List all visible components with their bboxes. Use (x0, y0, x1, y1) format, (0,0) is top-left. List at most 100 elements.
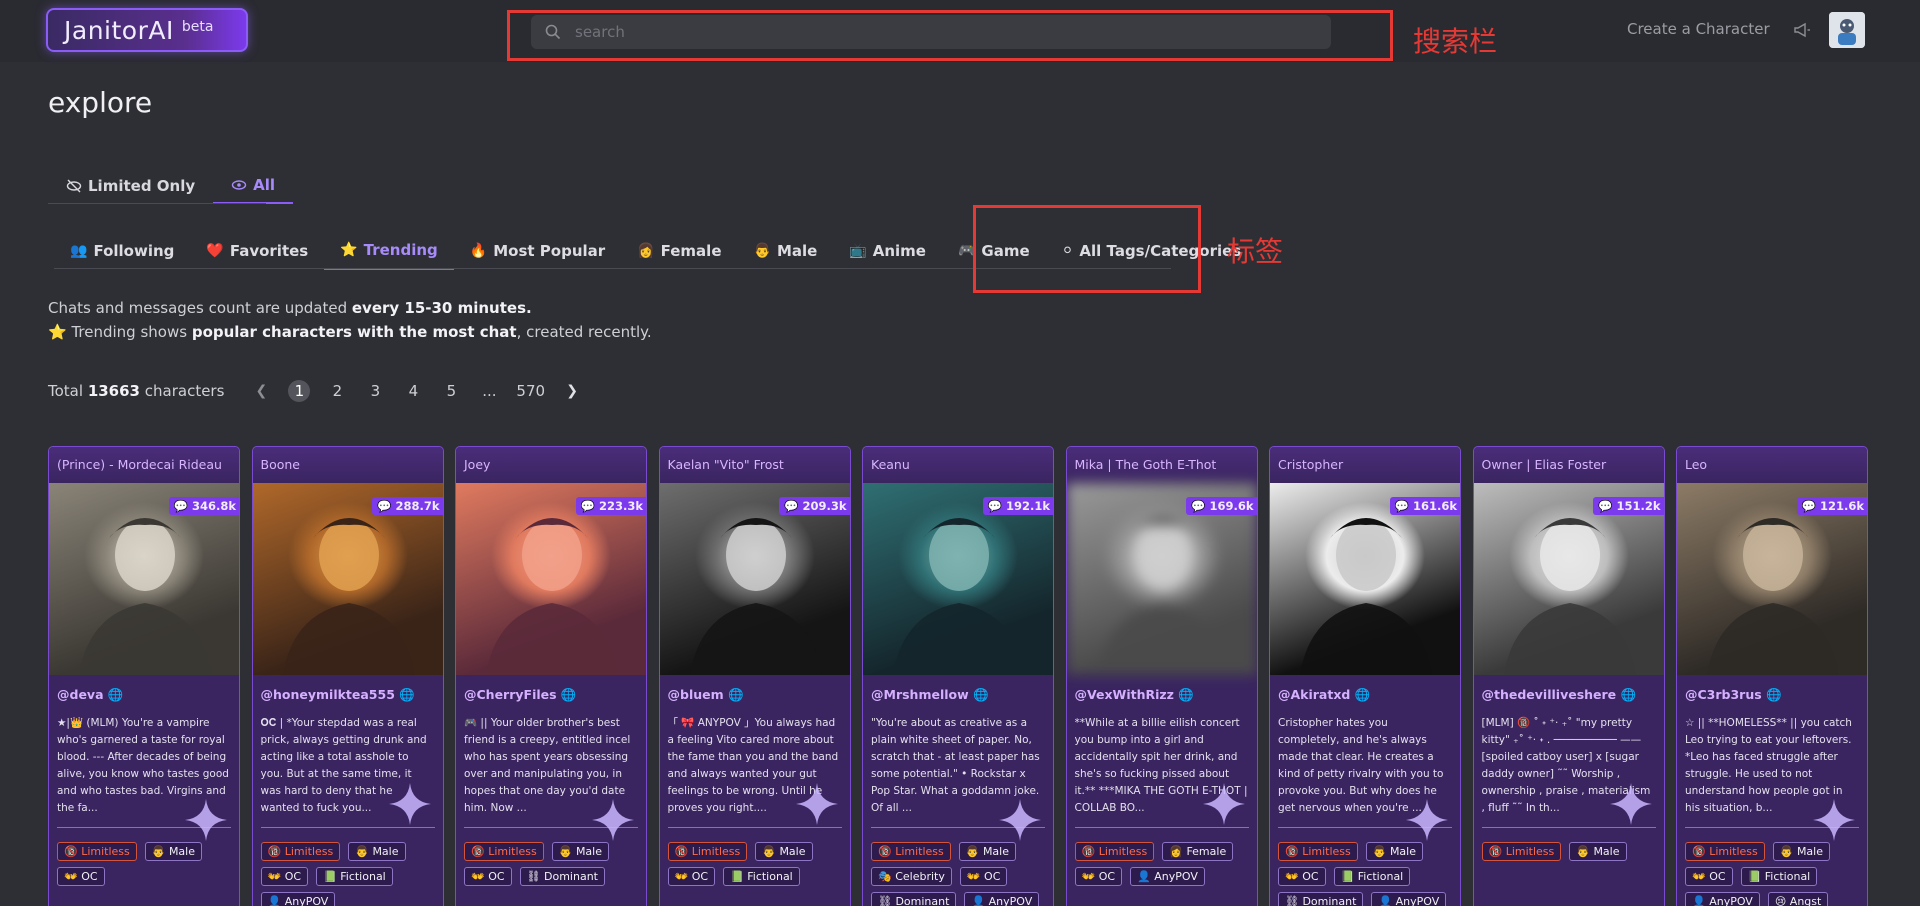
tag-chip[interactable]: 📗 Fictional (723, 867, 800, 886)
tag-chip[interactable]: ⛓ Dominant (871, 892, 957, 906)
tag-chip[interactable]: ⛓ Dominant (1278, 892, 1364, 906)
character-card[interactable]: Keanu 💬 192.1k @Mrshmellow 🌐 "You're about… (862, 446, 1054, 906)
character-card[interactable]: Leo 💬 121.6k @C3rb3rus 🌐 ☆ || **HOMELESS**… (1676, 446, 1868, 906)
tag-chip[interactable]: 👐 OC (57, 867, 105, 886)
tag-chip[interactable]: 👨 Male (1569, 842, 1627, 861)
character-card[interactable]: Boone 💬 288.7k @honeymilktea555 🌐 𝐎𝐂 | *Yo… (251, 446, 444, 906)
character-image[interactable]: 💬 288.7k (252, 483, 443, 675)
tag-chip[interactable]: 🔞 Limitless (1481, 842, 1562, 861)
tab-trending[interactable]: ⭐ Trending (324, 232, 454, 270)
card-body: @VexWithRizz 🌐 **While at a billie eilish… (1067, 675, 1257, 886)
creator-link[interactable]: @CherryFiles 🌐 (464, 687, 638, 703)
info-text-part: , created recently. (516, 323, 652, 341)
tag-chip[interactable]: 📗 Fictional (316, 867, 393, 886)
tag-chip[interactable]: 👤 AnyPOV (1371, 892, 1447, 906)
tag-chip[interactable]: 👨 Male (958, 842, 1016, 861)
tag-chip[interactable]: 👤 AnyPOV (260, 892, 336, 906)
tag-chip[interactable]: 👐 OC (1074, 867, 1123, 886)
tag-chip[interactable]: 👨 Male (348, 842, 406, 861)
tag-chip[interactable]: 👨 Male (144, 842, 202, 861)
character-card[interactable]: Joey 💬 223.3k @CherryFiles 🌐 🎮 || Your old… (455, 446, 647, 906)
tag-chip[interactable]: 📗 Fictional (1740, 867, 1818, 886)
card-divider (260, 827, 435, 828)
toggle-limited-only[interactable]: Limited Only (48, 168, 213, 204)
page-570[interactable]: 570 (516, 380, 545, 402)
chat-count-badge: 💬 161.6k (1389, 497, 1460, 515)
page-4[interactable]: 4 (402, 380, 424, 402)
creator-link[interactable]: @bluem 🌐 (668, 687, 842, 703)
creator-link[interactable]: @honeymilktea555 🌐 (261, 687, 435, 703)
tag-chip[interactable]: 👐 OC (1685, 867, 1733, 886)
tab-following[interactable]: 👥 Following (54, 232, 190, 270)
tag-chip[interactable]: 👨 Male (551, 842, 609, 861)
tag-chip[interactable]: 🔞 Limitless (260, 842, 341, 861)
character-name: Joey (456, 447, 646, 483)
tag-chip[interactable]: 👐 OC (1278, 867, 1326, 886)
tag-chip[interactable]: 📗 Fictional (1333, 867, 1411, 886)
creator-link[interactable]: @C3rb3rus 🌐 (1685, 687, 1859, 703)
create-character-link[interactable]: Create a Character (1627, 20, 1770, 38)
page-2[interactable]: 2 (326, 380, 348, 402)
sparkle-icon (1202, 783, 1245, 825)
tag-chip[interactable]: 👐 OC (260, 867, 309, 886)
tab-male[interactable]: 👨 Male (738, 232, 834, 270)
tag-chip[interactable]: 🔞 Limitless (667, 842, 748, 861)
character-card[interactable]: Kaelan "Vito" Frost 💬 209.3k @bluem 🌐 「 🎀 … (658, 446, 851, 906)
page-1[interactable]: 1 (288, 380, 311, 402)
toggle-all[interactable]: All (213, 168, 294, 204)
tag-chip[interactable]: 👨 Male (755, 842, 813, 861)
character-image[interactable]: 💬 346.8k (49, 483, 239, 675)
tag-chip[interactable]: 🎭 Celebrity (871, 867, 952, 886)
creator-link[interactable]: @Akiratxd 🌐 (1278, 687, 1452, 703)
tag-chip[interactable]: 👤 AnyPOV (1130, 867, 1205, 886)
total-prefix: Total (48, 382, 88, 400)
tag-chip[interactable]: 👐 OC (959, 867, 1008, 886)
character-card[interactable]: Cristopher 💬 161.6k @Akiratxd 🌐 Cristopher… (1269, 446, 1461, 906)
tag-chip[interactable]: 👨 Male (1365, 842, 1423, 861)
creator-link[interactable]: @deva 🌐 (57, 687, 231, 703)
user-avatar[interactable] (1829, 12, 1865, 48)
tag-chip[interactable]: 🔞 Limitless (57, 842, 137, 861)
tab-favorites[interactable]: ❤️ Favorites (190, 232, 324, 270)
toggle-divider (48, 203, 266, 204)
tag-chip[interactable]: 🔞 Limitless (1074, 842, 1155, 861)
next-page-icon[interactable]: ❯ (561, 380, 583, 402)
page-5[interactable]: 5 (440, 380, 462, 402)
chat-count-badge: 💬 151.2k (1593, 497, 1664, 515)
tag-chip[interactable]: 🔞 Limitless (464, 842, 544, 861)
prev-page-icon[interactable]: ❮ (250, 380, 272, 402)
female-icon: 👩 (637, 243, 655, 259)
creator-link[interactable]: @Mrshmellow 🌐 (871, 687, 1045, 703)
character-image[interactable]: 💬 209.3k (659, 483, 850, 675)
character-card[interactable]: Mika | The Goth E-Thot 💬 169.6k @VexWithR… (1065, 446, 1258, 906)
tab-most-popular[interactable]: 🔥 Most Popular (454, 232, 621, 270)
people-icon: 👥 (70, 243, 88, 259)
character-image[interactable]: 💬 151.2k (1473, 483, 1664, 675)
character-image[interactable]: 💬 121.6k (1677, 483, 1867, 675)
character-card[interactable]: Owner | Elias Foster 💬 151.2k @thedevilli… (1472, 446, 1665, 906)
tab-anime[interactable]: 📺 Anime (833, 232, 942, 270)
character-image[interactable]: 💬 192.1k (863, 483, 1053, 675)
tag-chip[interactable]: ⛓ Dominant (519, 867, 605, 886)
tag-chip[interactable]: 👐 OC (667, 867, 716, 886)
creator-link[interactable]: @VexWithRizz 🌐 (1075, 687, 1249, 703)
tag-chip[interactable]: 👩 Female (1162, 842, 1234, 861)
character-image[interactable]: 💬 223.3k (456, 483, 646, 675)
tag-chip[interactable]: 🔞 Limitless (871, 842, 951, 861)
tag-chip[interactable]: 🔞 Limitless (1278, 842, 1358, 861)
janitorai-logo[interactable]: JanitorAI beta (46, 8, 248, 52)
logo-beta-badge: beta (181, 19, 214, 35)
tag-chip[interactable]: 👤 AnyPOV (964, 892, 1040, 906)
tag-chip[interactable]: 👤 AnyPOV (1685, 892, 1760, 906)
tag-chip[interactable]: 😢 Angst (1767, 892, 1829, 906)
tag-chip[interactable]: 👐 OC (464, 867, 512, 886)
megaphone-icon[interactable] (1792, 20, 1812, 40)
character-image[interactable]: 💬 161.6k (1270, 483, 1460, 675)
page-3[interactable]: 3 (364, 380, 386, 402)
card-body: @C3rb3rus 🌐 ☆ || **HOMELESS** || you catc… (1677, 675, 1867, 906)
tab-female[interactable]: 👩 Female (621, 232, 737, 270)
tag-chip[interactable]: 🔞 Limitless (1685, 842, 1765, 861)
creator-link[interactable]: @thedevilliveshere 🌐 (1482, 687, 1656, 703)
character-card[interactable]: (Prince) - Mordecai Rideau 💬 346.8k @deva… (48, 446, 240, 906)
tag-chip[interactable]: 👨 Male (1772, 842, 1830, 861)
